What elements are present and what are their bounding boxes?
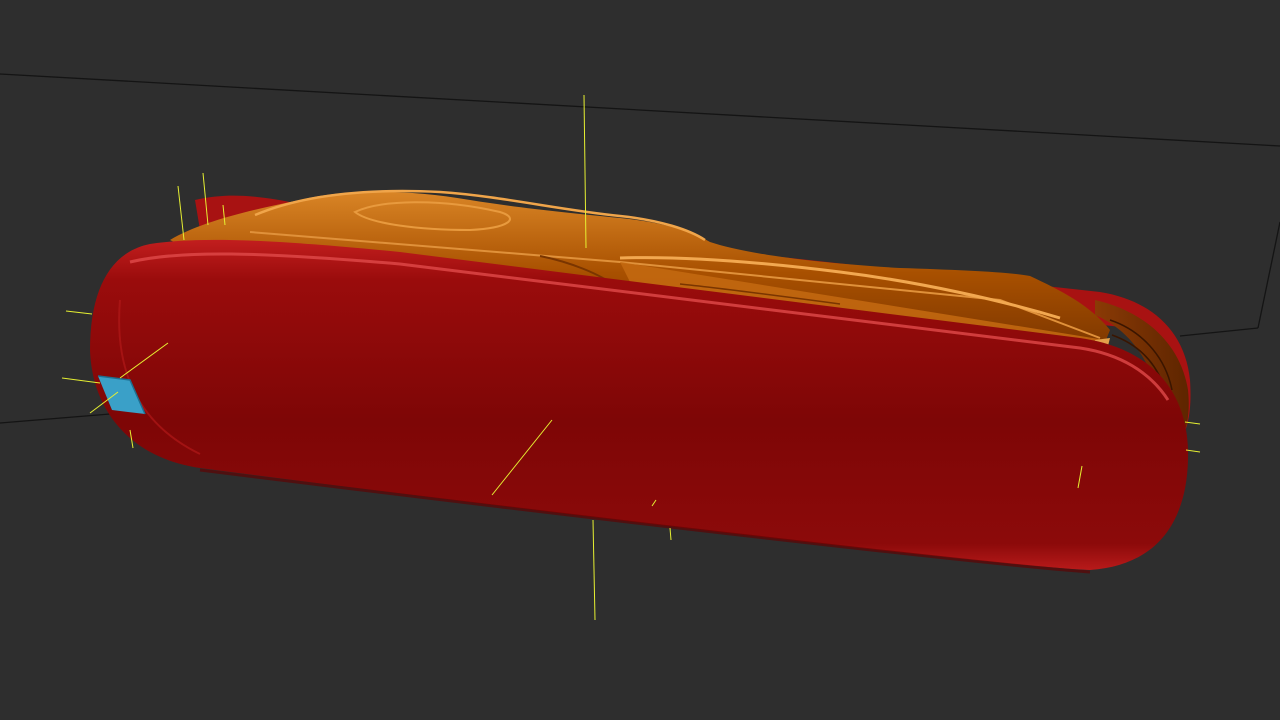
grid-line-right-edge (1257, 221, 1280, 329)
grid-line-left (0, 413, 111, 424)
3d-viewport[interactable] (0, 0, 1280, 720)
grid-line-right (1179, 327, 1259, 337)
gizmo-axis-bottom[interactable] (592, 519, 596, 621)
viewport-canvas[interactable] (0, 0, 1280, 720)
grid-line-top (0, 73, 1280, 147)
